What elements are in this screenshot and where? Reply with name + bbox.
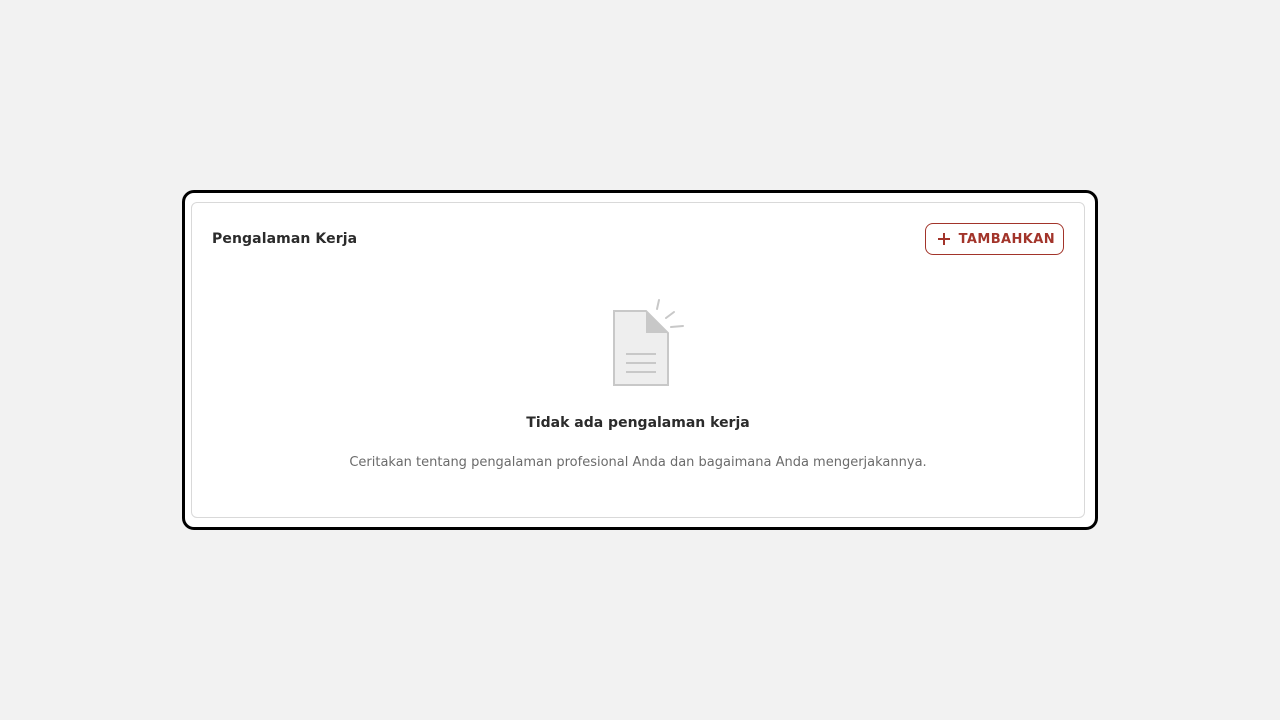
empty-document-icon bbox=[613, 299, 684, 386]
work-experience-card: Pengalaman Kerja TAMBAHKAN Tidak ada pen… bbox=[191, 202, 1085, 518]
work-experience-frame: Pengalaman Kerja TAMBAHKAN Tidak ada pen… bbox=[182, 190, 1098, 530]
add-experience-button[interactable]: TAMBAHKAN bbox=[924, 223, 1064, 255]
empty-state-description: Ceritakan tentang pengalaman profesional… bbox=[349, 455, 927, 470]
plus-icon bbox=[937, 233, 950, 245]
add-button-label: TAMBAHKAN bbox=[958, 231, 1055, 247]
section-title: Pengalaman Kerja bbox=[212, 231, 358, 247]
empty-state-title: Tidak ada pengalaman kerja bbox=[526, 415, 750, 431]
